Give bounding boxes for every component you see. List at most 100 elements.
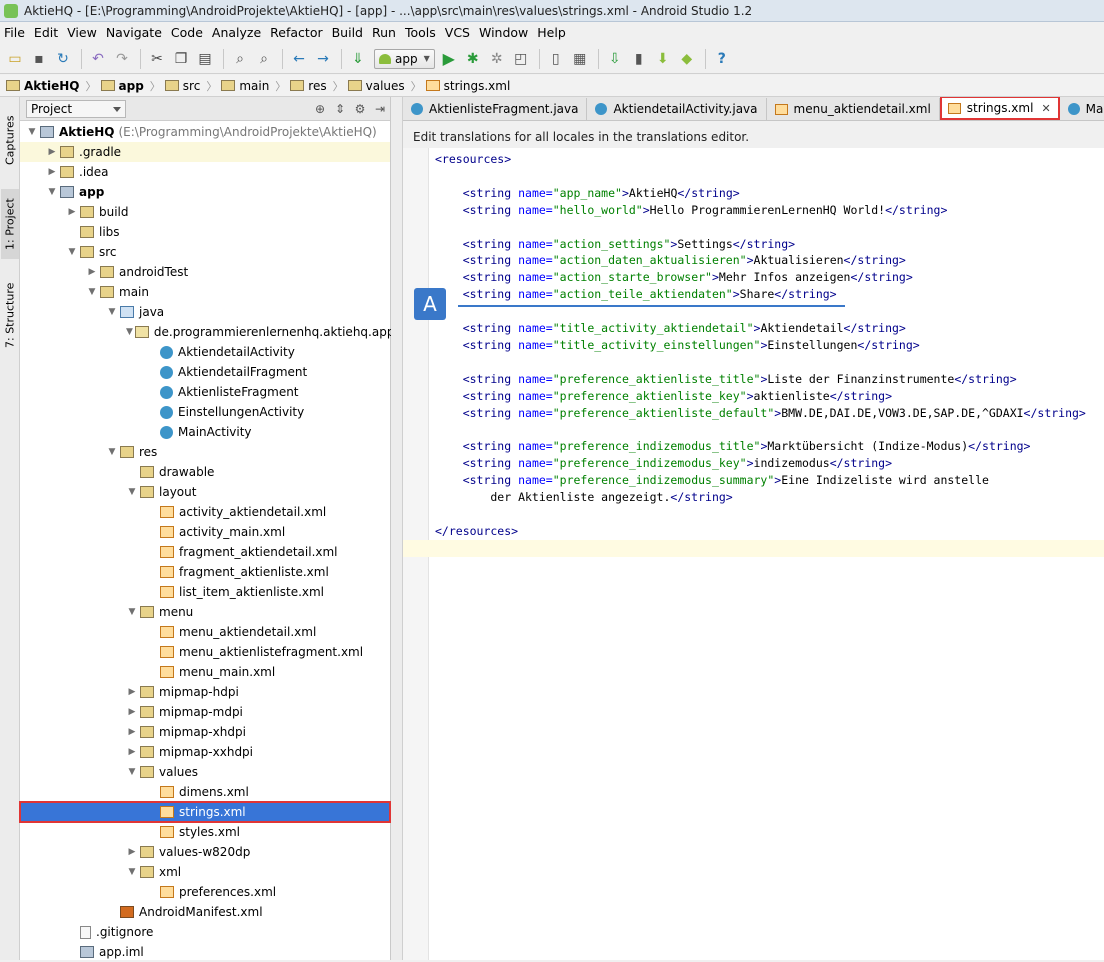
avd-manager-icon[interactable]: ▮ bbox=[628, 48, 650, 70]
tree-item[interactable]: ▼ menu bbox=[20, 602, 390, 622]
tree-item[interactable]: ▼ de.programmierenlernenhq.aktiehq.app bbox=[20, 322, 394, 342]
tree-item[interactable]: ▼ layout bbox=[20, 482, 390, 502]
tree-item[interactable]: .gitignore bbox=[20, 922, 390, 942]
run-config-select[interactable]: app ▼ bbox=[374, 48, 435, 69]
project-view-select[interactable]: Project bbox=[26, 99, 126, 118]
expand-right-icon[interactable]: ▶ bbox=[46, 147, 58, 157]
tree-item[interactable]: AktienlisteFragment bbox=[20, 382, 390, 402]
tree-item[interactable]: styles.xml bbox=[20, 822, 390, 842]
code-line[interactable]: <string name="preference_indizemodus_key… bbox=[435, 455, 892, 472]
expand-right-icon[interactable]: ▶ bbox=[126, 747, 138, 757]
code-line[interactable]: <string name="title_activity_aktiendetai… bbox=[435, 320, 906, 337]
tree-item[interactable]: ▼ src bbox=[20, 242, 390, 262]
tree-item[interactable]: libs bbox=[20, 222, 390, 242]
android-monitor-icon[interactable]: ◰ bbox=[510, 48, 532, 70]
breadcrumb-item[interactable]: values 〉 bbox=[347, 78, 422, 94]
tree-item[interactable]: ▶ .gradle bbox=[20, 142, 390, 162]
device-icon[interactable]: ▯ bbox=[545, 48, 567, 70]
expand-right-icon[interactable]: ▶ bbox=[126, 847, 138, 857]
tree-item[interactable]: EinstellungenActivity bbox=[20, 402, 390, 422]
expand-down-icon[interactable]: ▼ bbox=[126, 327, 133, 337]
menu-code[interactable]: Code bbox=[167, 25, 207, 40]
expand-right-icon[interactable]: ▶ bbox=[126, 687, 138, 697]
save-all-icon[interactable]: ▪ bbox=[28, 48, 50, 70]
tree-item[interactable]: ▶ mipmap-xhdpi bbox=[20, 722, 390, 742]
expand-down-icon[interactable]: ▼ bbox=[126, 487, 138, 497]
find-icon[interactable]: ⌕ bbox=[229, 48, 251, 70]
sync-icon[interactable]: ↻ bbox=[52, 48, 74, 70]
help-icon[interactable]: ? bbox=[711, 48, 733, 70]
tree-item[interactable]: list_item_aktienliste.xml bbox=[20, 582, 390, 602]
tree-item[interactable]: ▶ values-w820dp bbox=[20, 842, 390, 862]
attach-debugger-icon[interactable]: ✲ bbox=[486, 48, 508, 70]
back-icon[interactable]: ← bbox=[288, 48, 310, 70]
tree-item[interactable]: ▶ mipmap-mdpi bbox=[20, 702, 390, 722]
close-icon[interactable]: ✕ bbox=[1041, 102, 1050, 115]
menu-view[interactable]: View bbox=[63, 25, 101, 40]
panel-splitter[interactable] bbox=[391, 97, 403, 960]
code-line[interactable]: <resources> bbox=[435, 151, 511, 168]
tab-project[interactable]: 1: Project bbox=[1, 189, 19, 259]
code-line[interactable]: der Aktienliste angezeigt.</string> bbox=[435, 489, 732, 506]
sdk-manager-icon[interactable]: ⬇ bbox=[652, 48, 674, 70]
code-line[interactable]: <string name="title_activity_einstellung… bbox=[435, 337, 920, 354]
expand-down-icon[interactable]: ▼ bbox=[126, 867, 138, 877]
editor-tab[interactable]: MainA bbox=[1059, 98, 1104, 120]
code-line[interactable]: <string name="app_name">AktieHQ</string> bbox=[435, 185, 740, 202]
tree-item[interactable]: MainActivity bbox=[20, 422, 390, 442]
tree-item[interactable]: AktiendetailFragment bbox=[20, 362, 390, 382]
menu-vcs[interactable]: VCS bbox=[441, 25, 474, 40]
menu-file[interactable]: File bbox=[0, 25, 29, 40]
expand-right-icon[interactable]: ▶ bbox=[126, 707, 138, 717]
expand-right-icon[interactable]: ▶ bbox=[66, 207, 78, 217]
code-line[interactable]: </resources> bbox=[435, 523, 518, 540]
tree-item[interactable]: menu_main.xml bbox=[20, 662, 390, 682]
breadcrumb-item[interactable]: src 〉 bbox=[164, 78, 217, 94]
expand-down-icon[interactable]: ▼ bbox=[66, 247, 78, 257]
expand-down-icon[interactable]: ▼ bbox=[126, 607, 138, 617]
redo-icon[interactable]: ↷ bbox=[111, 48, 133, 70]
undo-icon[interactable]: ↶ bbox=[87, 48, 109, 70]
tree-item[interactable]: ▶ build bbox=[20, 202, 390, 222]
paste-icon[interactable]: ▤ bbox=[194, 48, 216, 70]
code-line[interactable]: <string name="preference_aktienliste_key… bbox=[435, 388, 892, 405]
menu-edit[interactable]: Edit bbox=[30, 25, 62, 40]
run-icon[interactable]: ▶ bbox=[438, 48, 460, 70]
editor-tab[interactable]: menu_aktiendetail.xml bbox=[766, 98, 940, 120]
menu-navigate[interactable]: Navigate bbox=[102, 25, 166, 40]
expand-right-icon[interactable]: ▶ bbox=[46, 167, 58, 177]
expand-down-icon[interactable]: ▼ bbox=[26, 127, 38, 137]
tab-structure[interactable]: 7: Structure bbox=[1, 275, 19, 355]
hide-icon[interactable]: ⇥ bbox=[370, 102, 390, 116]
tree-item[interactable]: ▼ AktieHQ (E:\Programming\AndroidProjekte\… bbox=[20, 122, 390, 142]
scroll-from-source-icon[interactable]: ⊕ bbox=[310, 102, 330, 116]
replace-icon[interactable]: ⌕ bbox=[253, 48, 275, 70]
code-line[interactable]: <string name="action_starte_browser">Meh… bbox=[435, 269, 913, 286]
tree-item[interactable]: app.iml bbox=[20, 942, 390, 962]
tree-item[interactable]: ▼ xml bbox=[20, 862, 390, 882]
tree-item[interactable]: ▶ mipmap-xxhdpi bbox=[20, 742, 390, 762]
tab-captures[interactable]: Captures bbox=[1, 105, 19, 175]
editor-tab[interactable]: strings.xml ✕ bbox=[939, 97, 1060, 120]
tree-item[interactable]: activity_main.xml bbox=[20, 522, 390, 542]
menu-window[interactable]: Window bbox=[475, 25, 532, 40]
code-line[interactable]: <string name="preference_aktienliste_def… bbox=[435, 405, 1086, 422]
tree-item[interactable]: ▼ values bbox=[20, 762, 390, 782]
tree-item[interactable]: ▼ java bbox=[20, 302, 390, 322]
tree-item[interactable]: ▼ main bbox=[20, 282, 390, 302]
make-project-icon[interactable]: ⇓ bbox=[347, 48, 369, 70]
collapse-all-icon[interactable]: ⇕ bbox=[330, 102, 350, 116]
tree-item[interactable]: AktiendetailActivity bbox=[20, 342, 390, 362]
structure-icon[interactable]: ▦ bbox=[569, 48, 591, 70]
code-line[interactable]: <string name="action_teile_aktiendaten">… bbox=[435, 286, 837, 303]
gear-icon[interactable]: ⚙ bbox=[350, 102, 370, 116]
code-editor[interactable]: <resources> <string name="app_name">Akti… bbox=[403, 148, 1104, 960]
code-line[interactable]: <string name="preference_indizemodus_tit… bbox=[435, 438, 1031, 455]
expand-down-icon[interactable]: ▼ bbox=[46, 187, 58, 197]
tree-item[interactable]: menu_aktiendetail.xml bbox=[20, 622, 390, 642]
breadcrumb-item[interactable]: AktieHQ 〉 bbox=[6, 78, 97, 94]
code-line[interactable]: <string name="action_settings">Settings<… bbox=[435, 236, 795, 253]
breadcrumb-item[interactable]: strings.xml bbox=[425, 79, 510, 93]
menu-run[interactable]: Run bbox=[368, 25, 400, 40]
tree-item[interactable]: dimens.xml bbox=[20, 782, 390, 802]
